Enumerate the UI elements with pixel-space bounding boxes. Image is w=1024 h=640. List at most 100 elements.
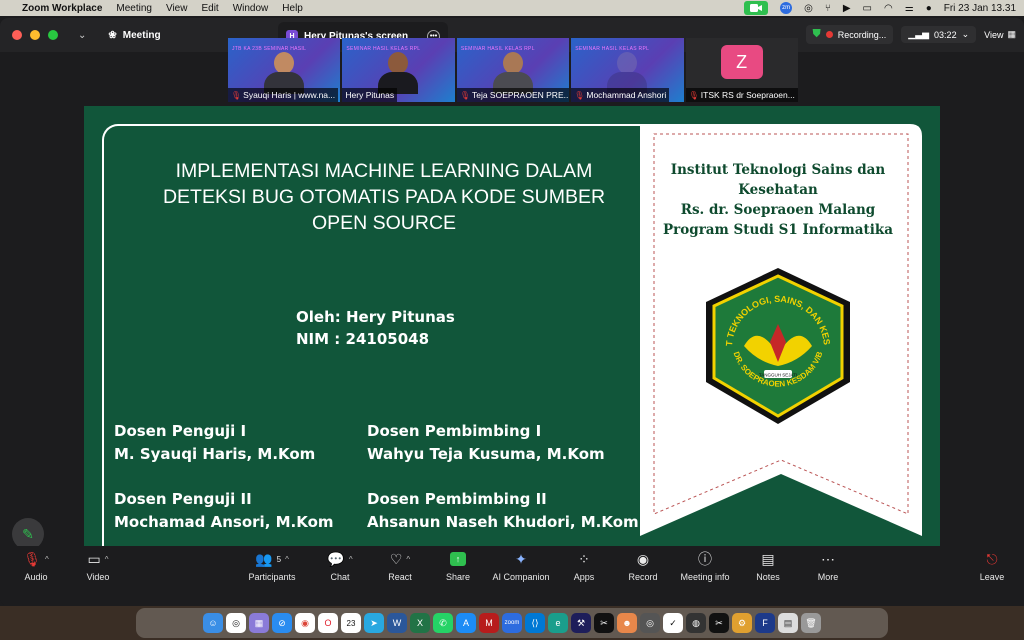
- menu-window[interactable]: Window: [233, 3, 269, 14]
- menu-meeting[interactable]: Meeting: [116, 3, 152, 14]
- participant-tile[interactable]: JTB KA 23B SEMINAR HASIL 🎙 Syauqi Haris |…: [228, 38, 341, 102]
- share-label: Share: [445, 572, 471, 582]
- share-screen-icon: ↑: [450, 552, 466, 566]
- advisor-2: Dosen Pembimbing II Ahsanun Naseh Khudor…: [367, 488, 639, 534]
- game-icon[interactable]: ☻: [617, 613, 637, 633]
- participants-button[interactable]: 👥 5 ^ Participants: [236, 548, 308, 583]
- participant-tile[interactable]: SEMINAR HASIL KELAS RPL 🎙 Mochammad Ansho…: [571, 38, 684, 102]
- signal-bars-icon: ▁▃▅: [908, 29, 930, 39]
- menu-edit[interactable]: Edit: [201, 3, 218, 14]
- appstore2-icon[interactable]: ⚙: [732, 613, 752, 633]
- examiner-1-role: Dosen Penguji I: [114, 422, 247, 440]
- leave-button[interactable]: ⎋ Leave: [956, 548, 1024, 583]
- slide-title: IMPLEMENTASI MACHINE LEARNING DALAM DETE…: [114, 158, 654, 236]
- control-center-icon[interactable]: ⚌: [905, 3, 914, 14]
- chevron-up-icon[interactable]: ^: [45, 555, 49, 564]
- advisor-2-role: Dosen Pembimbing II: [367, 490, 547, 508]
- participants-label: Participants: [248, 572, 296, 582]
- opera-icon[interactable]: O: [318, 613, 338, 633]
- participant-name-tag: 🎙 ITSK RS dr Soepraoen...: [685, 88, 798, 102]
- finder-icon[interactable]: ☺: [203, 613, 223, 633]
- meeting-info-button[interactable]: ⓘ Meeting info: [669, 548, 741, 582]
- calendar-icon[interactable]: 23: [341, 613, 361, 633]
- shield-icon: ⛊: [812, 28, 821, 40]
- participant-video: [378, 52, 419, 94]
- video-button[interactable]: ▭ ^ Video: [62, 548, 134, 583]
- notes-app-icon[interactable]: ✓: [663, 613, 683, 633]
- advisor-1-name: Wahyu Teja Kusuma, M.Kom: [367, 445, 605, 463]
- more-button[interactable]: ⋯ More: [792, 548, 864, 583]
- participant-tile[interactable]: SEMINAR HASIL KELAS RPL 🎙 Teja SOEPRAOEN …: [456, 38, 570, 102]
- zoom-video-status-icon[interactable]: [744, 1, 769, 15]
- mic-muted-icon: 🎙: [574, 90, 585, 100]
- examiner-2-name: Mochamad Ansori, M.Kom: [114, 513, 334, 531]
- siri-icon[interactable]: ●: [926, 3, 932, 14]
- examiner-2: Dosen Penguji II Mochamad Ansori, M.Kom: [114, 488, 334, 534]
- participant-name: Mochammad Anshori: [586, 90, 667, 100]
- safari-icon[interactable]: ⊘: [272, 613, 292, 633]
- appstore-icon[interactable]: A: [456, 613, 476, 633]
- tools-menubar-icon[interactable]: ⑂: [825, 3, 831, 14]
- participant-name: Hery Pitunas: [345, 90, 395, 100]
- play-menubar-icon[interactable]: ▶: [843, 3, 851, 14]
- video-camera-icon: ▭: [87, 550, 101, 567]
- meeting-timer[interactable]: ▁▃▅ 03:22 ⌄: [901, 26, 977, 43]
- share-button[interactable]: ↑ Share: [422, 548, 494, 582]
- battery-icon[interactable]: ▭: [863, 3, 872, 14]
- wifi-icon[interactable]: ◠: [884, 3, 893, 14]
- word-icon[interactable]: W: [387, 613, 407, 633]
- chatgpt-menubar-icon[interactable]: ◎: [804, 3, 813, 14]
- mendeley-icon[interactable]: M: [479, 613, 499, 633]
- leave-door-icon: ⎋: [986, 550, 998, 567]
- zoom-menubar-icon[interactable]: zm: [780, 2, 793, 14]
- flow-icon[interactable]: F: [755, 613, 775, 633]
- menu-help[interactable]: Help: [282, 3, 303, 14]
- author-block: Oleh: Hery Pitunas NIM : 24105048: [296, 306, 455, 350]
- menu-view[interactable]: View: [166, 3, 188, 14]
- capcut2-icon[interactable]: ✂: [709, 613, 729, 633]
- minimize-window-button[interactable]: [30, 30, 40, 40]
- participant-name: ITSK RS dr Soepraoen...: [700, 90, 795, 100]
- close-window-button[interactable]: [12, 30, 22, 40]
- chat-bubble-icon: 💬: [327, 550, 345, 567]
- ai-companion-button[interactable]: ✦ AI Companion: [485, 548, 557, 583]
- document-icon[interactable]: ▤: [778, 613, 798, 633]
- xcode-icon[interactable]: ⚒: [571, 613, 591, 633]
- ai-companion-label: AI Companion: [492, 572, 550, 582]
- examiner-2-role: Dosen Penguji II: [114, 490, 252, 508]
- chevron-up-icon[interactable]: ^: [406, 555, 410, 564]
- chatgpt2-icon[interactable]: ◎: [640, 613, 660, 633]
- capcut-icon[interactable]: ✂: [594, 613, 614, 633]
- recording-indicator[interactable]: ⛊ Recording...: [805, 25, 894, 44]
- vscode-icon[interactable]: ⟨⟩: [525, 613, 545, 633]
- chevron-up-icon[interactable]: ^: [349, 555, 353, 564]
- camera-icon[interactable]: ◍: [686, 613, 706, 633]
- trash-icon[interactable]: 🗑: [801, 613, 821, 633]
- institution-name: Institut Teknologi Sains dan Kesehatan: [670, 162, 886, 198]
- view-button[interactable]: View ▦: [984, 29, 1016, 40]
- app-menu[interactable]: Zoom Workplace: [22, 3, 102, 14]
- mic-muted-icon: 🎙: [23, 550, 41, 567]
- launchpad-icon[interactable]: ▦: [249, 613, 269, 633]
- zoom-icon[interactable]: zoom: [502, 613, 522, 633]
- participant-tile[interactable]: SEMINAR HASIL KELAS RPL Hery Pitunas: [342, 38, 455, 102]
- apps-icon: ⁘: [578, 550, 590, 567]
- mic-muted-icon: 🎙: [231, 90, 242, 100]
- menubar-clock[interactable]: Fri 23 Jan 13.31: [944, 3, 1016, 14]
- chatgpt-icon[interactable]: ◎: [226, 613, 246, 633]
- participant-tile[interactable]: Z 🎙 ITSK RS dr Soepraoen...: [685, 38, 799, 102]
- chrome-icon[interactable]: ◉: [295, 613, 315, 633]
- participant-name-tag: 🎙 Mochammad Anshori: [571, 88, 670, 102]
- fullscreen-window-button[interactable]: [48, 30, 58, 40]
- chevron-up-icon[interactable]: ^: [285, 555, 289, 564]
- excel-icon[interactable]: X: [410, 613, 430, 633]
- macos-menubar: Zoom Workplace Meeting View Edit Window …: [0, 0, 1024, 16]
- whatsapp-icon[interactable]: ✆: [433, 613, 453, 633]
- video-label: Video: [86, 572, 110, 582]
- chevron-down-icon[interactable]: ⌄: [78, 30, 86, 41]
- meeting-tab[interactable]: ❀ Meeting: [108, 30, 160, 41]
- chevron-up-icon[interactable]: ^: [105, 555, 109, 564]
- edge-icon[interactable]: e: [548, 613, 568, 633]
- shared-screen-slide: IMPLEMENTASI MACHINE LEARNING DALAM DETE…: [84, 106, 940, 546]
- telegram-icon[interactable]: ➤: [364, 613, 384, 633]
